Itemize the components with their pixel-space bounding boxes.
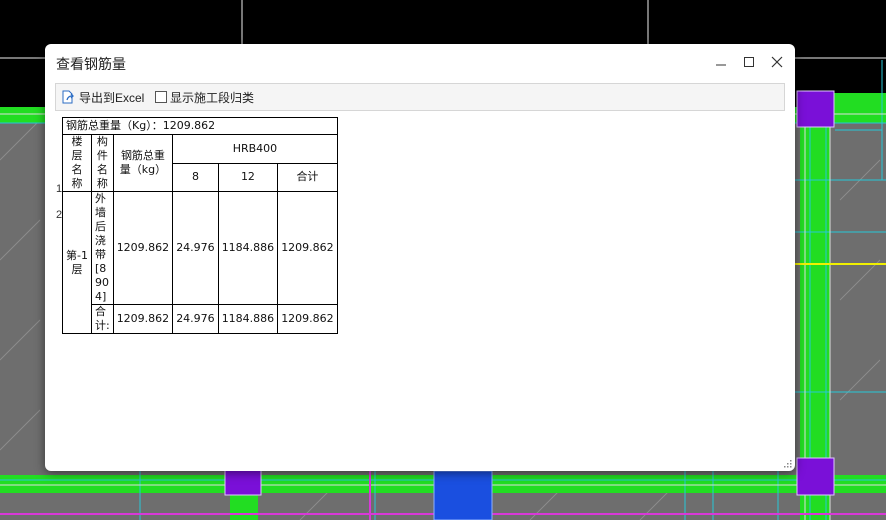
minimize-button[interactable] <box>709 50 733 74</box>
component-cell[interactable]: 外墙后浇带[8904] <box>90 191 114 305</box>
close-button[interactable] <box>765 50 789 74</box>
rebar-table: 钢筋总重量（Kg）：1209.862 楼层名称 构件名称 钢筋总重量（kg） H… <box>62 117 338 334</box>
column-top-right <box>796 90 835 128</box>
summary-cell: 钢筋总重量（Kg）：1209.862 <box>62 117 338 135</box>
header-row: 楼层名称 构件名称 钢筋总重量（kg） HRB400 <box>62 134 338 192</box>
toolbar: 导出到Excel 显示施工段归类 <box>55 83 785 111</box>
resize-grip-icon[interactable] <box>782 458 792 468</box>
column-bottom-right <box>796 457 835 496</box>
summary-row: 钢筋总重量（Kg）：1209.862 <box>62 117 338 135</box>
header-floor: 楼层名称 <box>62 134 92 192</box>
header-total-weight: 钢筋总重量（kg） <box>112 134 174 192</box>
header-d8: 8 <box>172 162 219 192</box>
export-icon <box>62 90 74 104</box>
header-subtotal: 合计 <box>277 162 338 192</box>
dialog-title: 查看钢筋量 <box>56 56 126 72</box>
table-row[interactable]: 合计: 1209.862 24.976 1184.886 1209.862 <box>63 304 338 334</box>
total-cell[interactable]: 1209.862 <box>112 304 174 334</box>
maximize-icon <box>744 57 754 67</box>
show-segment-checkbox[interactable] <box>155 91 167 103</box>
close-icon <box>771 56 783 68</box>
d8-cell[interactable]: 24.976 <box>172 191 219 305</box>
minimize-icon <box>716 64 726 66</box>
subtotal-cell[interactable]: 1209.862 <box>277 304 338 334</box>
show-segment-label: 显示施工段归类 <box>170 90 255 105</box>
export-excel-button[interactable]: 导出到Excel <box>60 87 144 107</box>
component-cell[interactable]: 合计: <box>90 304 114 334</box>
d12-cell[interactable]: 1184.886 <box>217 304 279 334</box>
selected-block <box>433 470 493 520</box>
header-d12: 12 <box>217 162 279 192</box>
show-segment-toggle[interactable]: 显示施工段归类 <box>155 87 254 107</box>
rebar-quantity-dialog: 查看钢筋量 导出到Excel 显示施工段归类 1 2 钢筋总重量（Kg）：120… <box>45 44 795 471</box>
subtotal-cell[interactable]: 1209.862 <box>277 191 338 305</box>
header-component: 构件名称 <box>90 134 114 192</box>
d12-cell[interactable]: 1184.886 <box>217 191 279 305</box>
table-row[interactable]: 第-1层 外墙后浇带[8904] 1209.862 24.976 1184.88… <box>62 191 338 334</box>
export-excel-label: 导出到Excel <box>79 90 145 105</box>
dialog-titlebar[interactable]: 查看钢筋量 <box>45 44 795 80</box>
floor-cell[interactable]: 第-1层 <box>62 191 92 334</box>
header-grade: HRB400 <box>172 134 338 164</box>
d8-cell[interactable]: 24.976 <box>172 304 219 334</box>
total-cell[interactable]: 1209.862 <box>112 191 174 305</box>
maximize-button[interactable] <box>737 50 761 74</box>
